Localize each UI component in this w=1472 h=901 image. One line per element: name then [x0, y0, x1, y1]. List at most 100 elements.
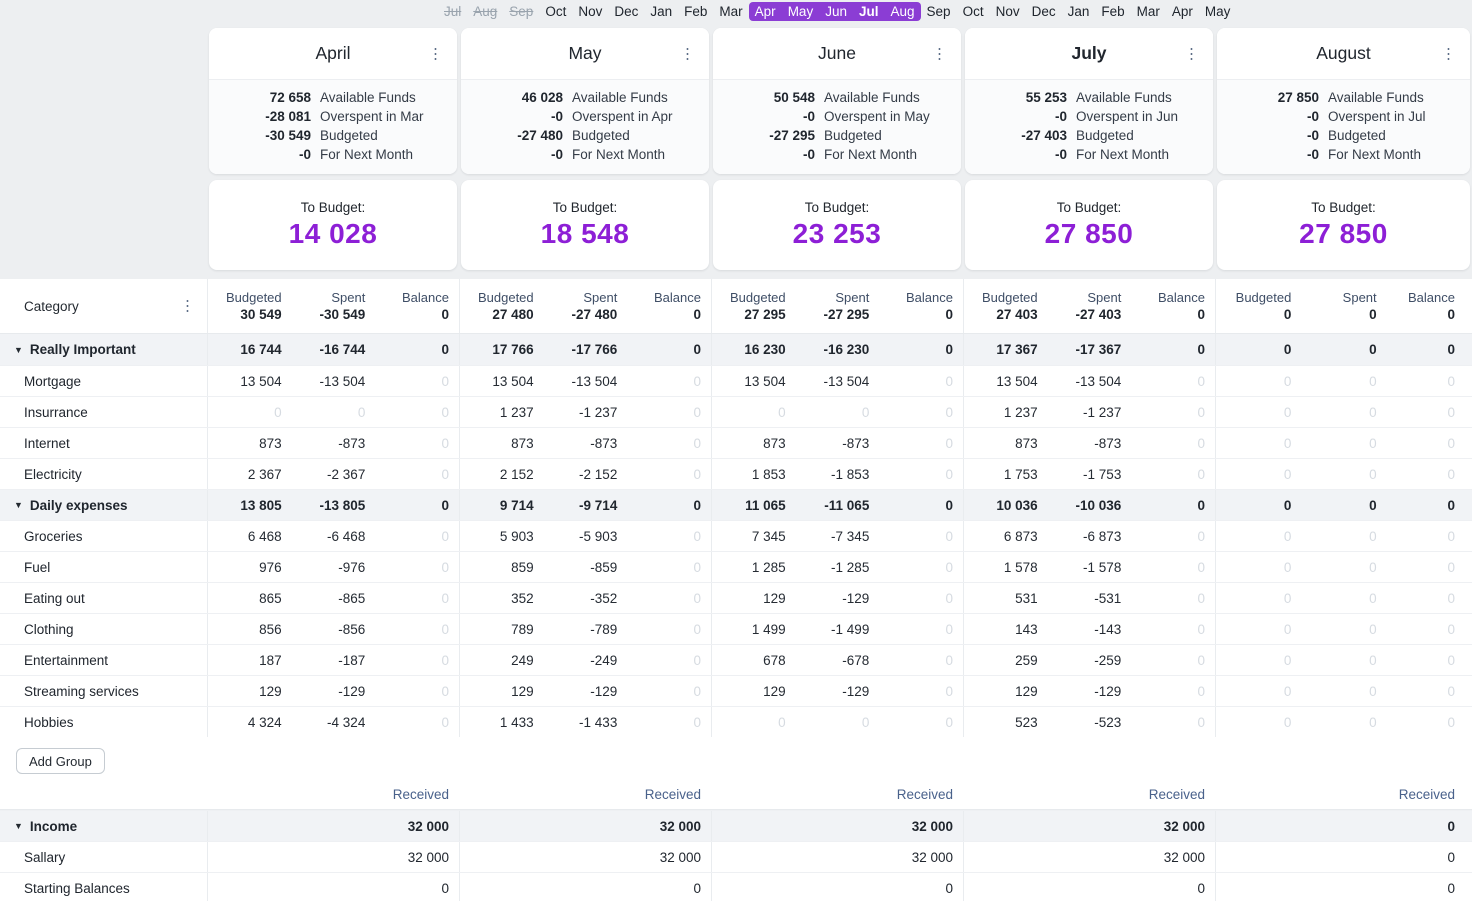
budgeted-cell[interactable]: 249	[460, 653, 544, 668]
budgeted-cell[interactable]: 16 744	[208, 342, 292, 357]
strip-month-dec-17[interactable]: Dec	[1026, 2, 1062, 21]
budgeted-cell[interactable]: 129	[712, 684, 796, 699]
budgeted-cell[interactable]: 1 499	[712, 622, 796, 637]
budgeted-cell[interactable]: 0	[1216, 684, 1301, 699]
budgeted-cell[interactable]: 856	[208, 622, 292, 637]
kebab-menu-icon[interactable]: ⋮	[428, 46, 443, 61]
budgeted-cell[interactable]: 16 230	[712, 342, 796, 357]
budgeted-cell[interactable]: 859	[460, 560, 544, 575]
collapse-icon[interactable]: ▼	[14, 345, 23, 355]
budgeted-cell[interactable]: 865	[208, 591, 292, 606]
category-row-entertainment[interactable]: Entertainment187-1870249-2490678-6780259…	[0, 644, 1472, 675]
budgeted-cell[interactable]: 1 853	[712, 467, 796, 482]
strip-month-nov-4[interactable]: Nov	[572, 2, 608, 21]
strip-month-nov-16[interactable]: Nov	[990, 2, 1026, 21]
strip-month-mar-20[interactable]: Mar	[1131, 2, 1166, 21]
budgeted-cell[interactable]: 6 873	[964, 529, 1048, 544]
budgeted-cell[interactable]: 129	[460, 684, 544, 699]
kebab-menu-icon[interactable]: ⋮	[680, 46, 695, 61]
strip-month-mar-8[interactable]: Mar	[713, 2, 748, 21]
category-row-groceries[interactable]: Groceries6 468-6 46805 903-5 90307 345-7…	[0, 520, 1472, 551]
category-row-eating-out[interactable]: Eating out865-8650352-3520129-1290531-53…	[0, 582, 1472, 613]
budgeted-cell[interactable]: 0	[712, 405, 796, 420]
budgeted-cell[interactable]: 1 237	[964, 405, 1048, 420]
strip-month-oct-3[interactable]: Oct	[539, 2, 572, 21]
budgeted-cell[interactable]: 0	[1216, 342, 1301, 357]
strip-month-may-10[interactable]: May	[782, 2, 820, 21]
budgeted-cell[interactable]: 6 468	[208, 529, 292, 544]
strip-month-jun-11[interactable]: Jun	[819, 2, 853, 21]
strip-month-feb-7[interactable]: Feb	[678, 2, 713, 21]
budgeted-cell[interactable]: 0	[1216, 467, 1301, 482]
budgeted-cell[interactable]: 0	[1216, 622, 1301, 637]
category-row-hobbies[interactable]: Hobbies4 324-4 32401 433-1 4330000523-52…	[0, 706, 1472, 737]
group-row-daily-expenses[interactable]: ▼Daily expenses13 805-13 80509 714-9 714…	[0, 489, 1472, 520]
budgeted-cell[interactable]: 2 152	[460, 467, 544, 482]
strip-month-sep-2[interactable]: Sep	[503, 2, 539, 21]
budgeted-cell[interactable]: 129	[712, 591, 796, 606]
collapse-icon[interactable]: ▼	[14, 821, 23, 831]
budgeted-cell[interactable]: 0	[1216, 374, 1301, 389]
category-row-mortgage[interactable]: Mortgage13 504-13 504013 504-13 504013 5…	[0, 365, 1472, 396]
strip-month-apr-21[interactable]: Apr	[1166, 2, 1199, 21]
budgeted-cell[interactable]: 7 345	[712, 529, 796, 544]
category-row-sallary[interactable]: Sallary32 00032 00032 00032 0000	[0, 841, 1472, 872]
budgeted-cell[interactable]: 13 504	[460, 374, 544, 389]
budgeted-cell[interactable]: 0	[712, 715, 796, 730]
budgeted-cell[interactable]: 1 433	[460, 715, 544, 730]
category-row-clothing[interactable]: Clothing856-8560789-78901 499-1 4990143-…	[0, 613, 1472, 644]
budgeted-cell[interactable]: 873	[712, 436, 796, 451]
category-row-starting-balances[interactable]: Starting Balances00000	[0, 872, 1472, 901]
budgeted-cell[interactable]: 5 903	[460, 529, 544, 544]
kebab-menu-icon[interactable]: ⋮	[932, 46, 947, 61]
category-row-fuel[interactable]: Fuel976-9760859-85901 285-1 28501 578-1 …	[0, 551, 1472, 582]
strip-month-jul-0[interactable]: Jul	[438, 2, 467, 21]
collapse-icon[interactable]: ▼	[14, 500, 23, 510]
budgeted-cell[interactable]: 1 753	[964, 467, 1048, 482]
strip-month-jul-12[interactable]: Jul	[853, 2, 885, 21]
budgeted-cell[interactable]: 873	[208, 436, 292, 451]
budgeted-cell[interactable]: 873	[964, 436, 1048, 451]
budgeted-cell[interactable]: 11 065	[712, 498, 796, 513]
budgeted-cell[interactable]: 13 805	[208, 498, 292, 513]
budgeted-cell[interactable]: 0	[1216, 529, 1301, 544]
budgeted-cell[interactable]: 0	[1216, 591, 1301, 606]
strip-month-oct-15[interactable]: Oct	[957, 2, 990, 21]
strip-month-may-22[interactable]: May	[1199, 2, 1237, 21]
budgeted-cell[interactable]: 2 367	[208, 467, 292, 482]
budgeted-cell[interactable]: 523	[964, 715, 1048, 730]
budgeted-cell[interactable]: 129	[208, 684, 292, 699]
category-row-insurrance[interactable]: Insurrance0001 237-1 23700001 237-1 2370…	[0, 396, 1472, 427]
group-row-income[interactable]: ▼Income32 00032 00032 00032 0000	[0, 810, 1472, 841]
kebab-menu-icon[interactable]: ⋮	[1441, 46, 1456, 61]
budgeted-cell[interactable]: 129	[964, 684, 1048, 699]
budgeted-cell[interactable]: 1 285	[712, 560, 796, 575]
strip-month-aug-13[interactable]: Aug	[885, 2, 921, 21]
group-row-really-important[interactable]: ▼Really Important16 744-16 744017 766-17…	[0, 334, 1472, 365]
budgeted-cell[interactable]: 1 578	[964, 560, 1048, 575]
budgeted-cell[interactable]: 143	[964, 622, 1048, 637]
strip-month-feb-19[interactable]: Feb	[1095, 2, 1130, 21]
budgeted-cell[interactable]: 4 324	[208, 715, 292, 730]
budgeted-cell[interactable]: 0	[1216, 498, 1301, 513]
budgeted-cell[interactable]: 531	[964, 591, 1048, 606]
budgeted-cell[interactable]: 259	[964, 653, 1048, 668]
budgeted-cell[interactable]: 13 504	[712, 374, 796, 389]
budgeted-cell[interactable]: 17 367	[964, 342, 1048, 357]
strip-month-apr-9[interactable]: Apr	[749, 2, 782, 21]
budgeted-cell[interactable]: 352	[460, 591, 544, 606]
budgeted-cell[interactable]: 0	[1216, 653, 1301, 668]
budgeted-cell[interactable]: 873	[460, 436, 544, 451]
budgeted-cell[interactable]: 1 237	[460, 405, 544, 420]
category-row-streaming-services[interactable]: Streaming services129-1290129-1290129-12…	[0, 675, 1472, 706]
budgeted-cell[interactable]: 187	[208, 653, 292, 668]
add-group-button[interactable]: Add Group	[16, 748, 105, 774]
strip-month-dec-5[interactable]: Dec	[608, 2, 644, 21]
budgeted-cell[interactable]: 976	[208, 560, 292, 575]
budgeted-cell[interactable]: 789	[460, 622, 544, 637]
budgeted-cell[interactable]: 0	[1216, 715, 1301, 730]
strip-month-jan-18[interactable]: Jan	[1062, 2, 1096, 21]
budgeted-cell[interactable]: 17 766	[460, 342, 544, 357]
strip-month-jan-6[interactable]: Jan	[644, 2, 678, 21]
strip-month-aug-1[interactable]: Aug	[467, 2, 503, 21]
